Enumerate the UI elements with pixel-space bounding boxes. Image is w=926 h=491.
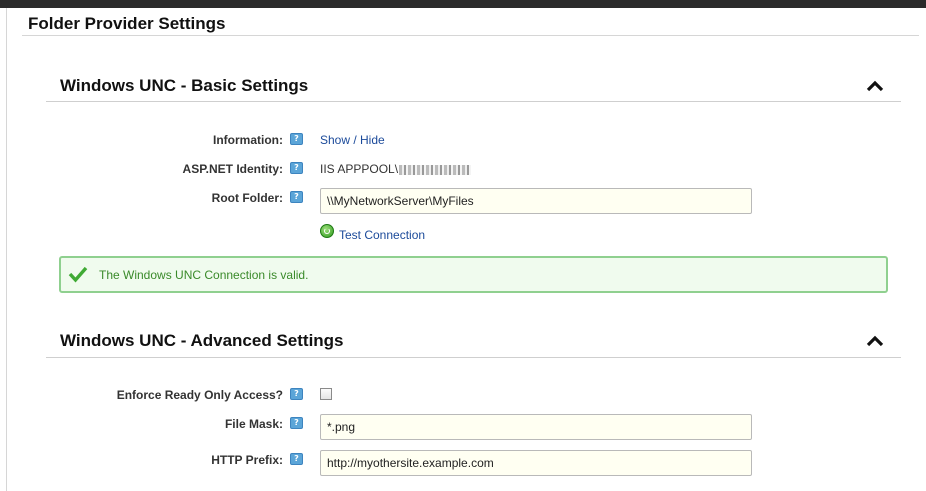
- collapse-basic-button[interactable]: [864, 77, 886, 95]
- enforce-readonly-checkbox[interactable]: [320, 388, 332, 400]
- divider: [22, 35, 919, 36]
- root-folder-input[interactable]: [320, 188, 752, 214]
- enforce-readonly-label: Enforce Ready Only Access?: [116, 388, 283, 402]
- basic-settings-title: Windows UNC - Basic Settings: [60, 76, 309, 95]
- page-title: Folder Provider Settings: [28, 14, 226, 33]
- root-folder-label: Root Folder:: [211, 191, 283, 205]
- help-icon[interactable]: ?: [290, 453, 303, 465]
- chevron-up-icon: [866, 335, 884, 347]
- success-message: The Windows UNC Connection is valid.: [99, 268, 309, 282]
- top-bar: [0, 0, 926, 8]
- redacted-text: [399, 164, 472, 175]
- information-label: Information:: [213, 133, 283, 147]
- collapse-advanced-button[interactable]: [864, 332, 886, 350]
- http-prefix-input[interactable]: [320, 450, 752, 476]
- help-icon[interactable]: ?: [290, 191, 303, 203]
- checkmark-icon: [68, 266, 88, 283]
- file-mask-input[interactable]: [320, 414, 752, 440]
- http-prefix-label: HTTP Prefix:: [211, 453, 283, 467]
- help-icon[interactable]: ?: [290, 388, 303, 400]
- refresh-icon[interactable]: [320, 224, 334, 238]
- help-icon[interactable]: ?: [290, 162, 303, 174]
- test-connection-link[interactable]: Test Connection: [339, 228, 425, 242]
- left-border: [6, 8, 7, 491]
- section-divider: [46, 357, 901, 358]
- advanced-settings-title: Windows UNC - Advanced Settings: [60, 331, 344, 350]
- aspnet-identity-label: ASP.NET Identity:: [182, 162, 283, 176]
- chevron-up-icon: [866, 80, 884, 92]
- aspnet-identity-value: IIS APPPOOL\: [320, 162, 472, 176]
- identity-text: IIS APPPOOL\: [320, 162, 399, 176]
- help-icon[interactable]: ?: [290, 417, 303, 429]
- help-icon[interactable]: ?: [290, 133, 303, 145]
- file-mask-label: File Mask:: [224, 417, 283, 431]
- show-hide-link[interactable]: Show / Hide: [320, 133, 385, 147]
- section-divider: [46, 101, 901, 102]
